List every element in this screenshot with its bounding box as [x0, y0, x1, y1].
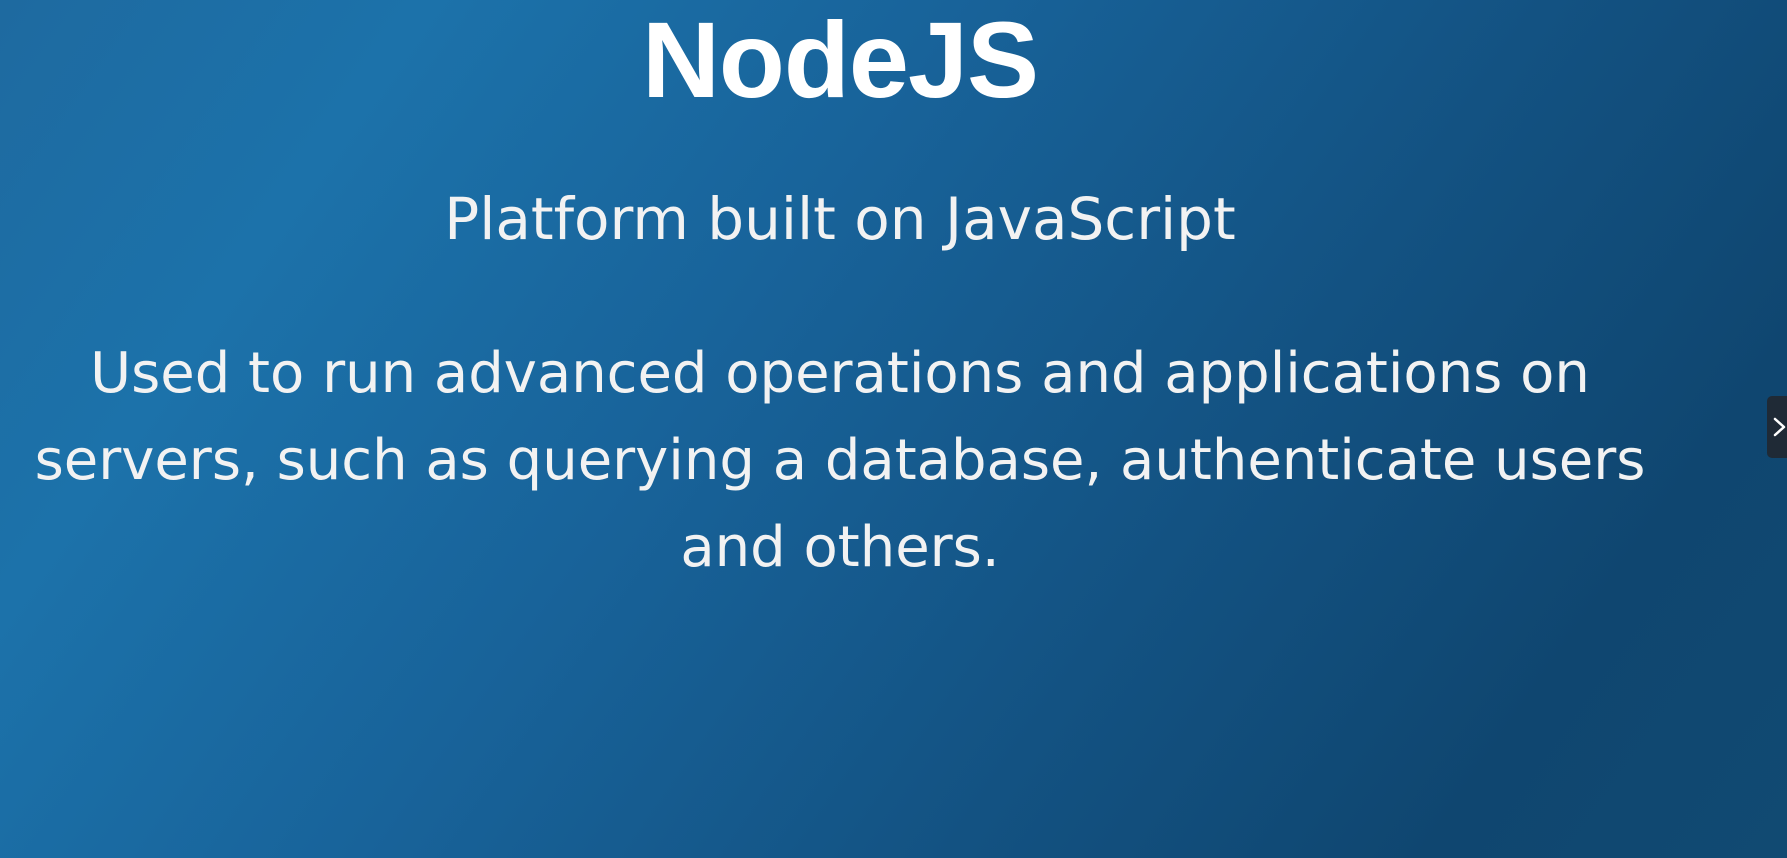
slide-body-line: and others.: [680, 515, 1000, 580]
slide-subtitle: Platform built on JavaScript: [444, 185, 1236, 253]
chevron-right-icon: [1773, 417, 1786, 437]
slide-body: Used to run advanced operations and appl…: [20, 330, 1660, 591]
slide-body-line: Used to run advanced operations and appl…: [90, 341, 1590, 406]
slide-body-line: servers, such as querying a database, au…: [34, 428, 1646, 493]
presentation-slide: NodeJS Platform built on JavaScript Used…: [0, 0, 1787, 858]
slide-title: NodeJS: [641, 0, 1039, 120]
next-slide-button[interactable]: [1767, 396, 1787, 458]
